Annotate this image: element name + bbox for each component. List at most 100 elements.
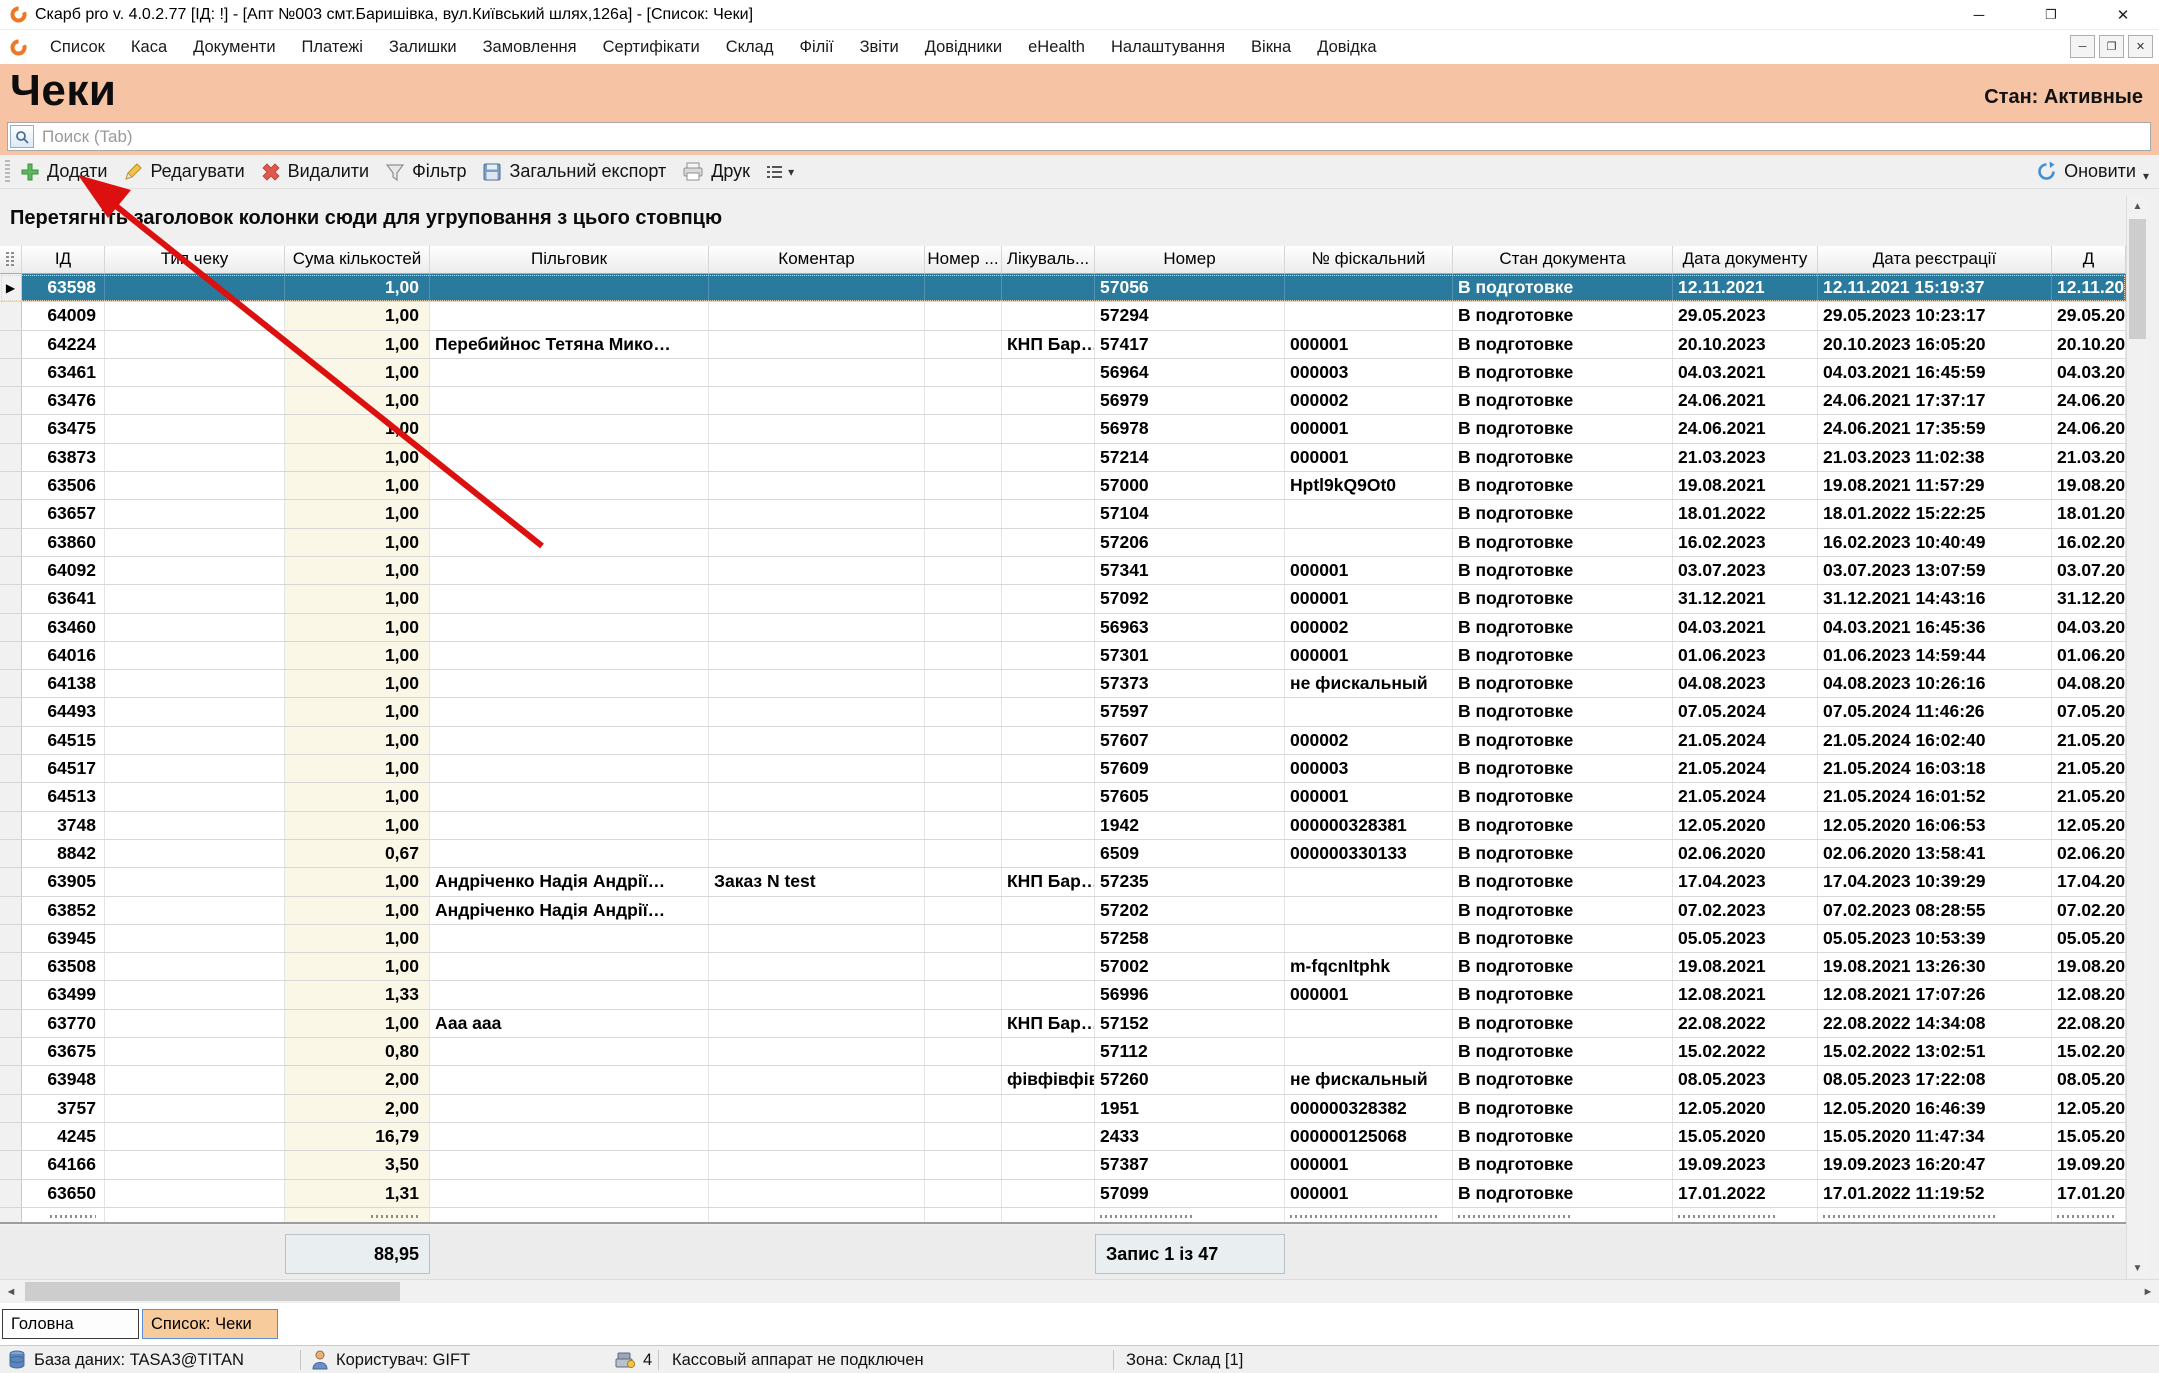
column-header-type[interactable]: Тип чеку <box>105 246 285 274</box>
column-header-d2[interactable]: Дата реєстрації <box>1818 246 2052 274</box>
column-header-id[interactable]: ІД <box>22 246 105 274</box>
menu-item-13[interactable]: Налаштування <box>1098 31 1238 64</box>
cell-stan: В подготовке <box>1453 1010 1673 1037</box>
edit-button[interactable]: Редагувати <box>123 161 244 182</box>
column-header-stan[interactable]: Стан документа <box>1453 246 1673 274</box>
mdi-close-button[interactable] <box>2128 35 2153 58</box>
hscroll-thumb[interactable] <box>25 1282 400 1301</box>
column-header-fiscal[interactable]: № фіскальний <box>1285 246 1453 274</box>
menu-item-12[interactable]: eHealth <box>1015 31 1098 64</box>
table-row[interactable]: 634601,0056963000002В подготовке04.03.20… <box>0 614 2126 642</box>
cell-koment <box>709 812 925 839</box>
vertical-scrollbar[interactable]: ▲ ▼ <box>2126 196 2148 1279</box>
column-header-likuval[interactable]: Лікуваль... <box>1002 246 1095 274</box>
table-row[interactable]: 636750,8057112В подготовке15.02.202215.0… <box>0 1038 2126 1066</box>
table-row[interactable]: 645131,0057605000001В подготовке21.05.20… <box>0 783 2126 811</box>
cell-stan: В подготовке <box>1453 755 1673 782</box>
search-icon[interactable] <box>10 125 34 148</box>
menu-item-11[interactable]: Довідники <box>912 31 1015 64</box>
menu-item-10[interactable]: Звіти <box>847 31 912 64</box>
mdi-restore-button[interactable] <box>2099 35 2124 58</box>
scroll-right-icon[interactable]: ► <box>2137 1280 2159 1303</box>
cell-koment <box>709 670 925 697</box>
menu-item-14[interactable]: Вікна <box>1238 31 1304 64</box>
toolbar-grip[interactable] <box>5 160 10 184</box>
cell-sum: 3,50 <box>285 1151 430 1178</box>
menu-item-6[interactable]: Замовлення <box>470 31 590 64</box>
column-header-nomer[interactable]: Номер <box>1095 246 1285 274</box>
menu-item-2[interactable]: Каса <box>118 31 180 64</box>
table-row[interactable]: 638601,0057206В подготовке16.02.202316.0… <box>0 529 2126 557</box>
table-row[interactable]: 645151,0057607000002В подготовке21.05.20… <box>0 727 2126 755</box>
cell-likuval <box>1002 387 1095 414</box>
table-row[interactable]: 636571,0057104В подготовке18.01.202218.0… <box>0 500 2126 528</box>
scroll-down-icon[interactable]: ▼ <box>2127 1258 2148 1279</box>
column-header-sum[interactable]: Сума кількостей <box>285 246 430 274</box>
table-row[interactable]: 88420,676509000000330133В подготовке02.0… <box>0 840 2126 868</box>
horizontal-scrollbar[interactable]: ◄ ► <box>0 1279 2159 1303</box>
refresh-caret-icon[interactable]: ▾ <box>2143 169 2149 183</box>
table-row[interactable]: 37481,001942000000328381В подготовке12.0… <box>0 812 2126 840</box>
table-row[interactable]: 638521,00Андріченко Надія Андрії…57202В … <box>0 897 2126 925</box>
menu-item-1[interactable]: Список <box>37 31 118 64</box>
table-row[interactable]: 645171,0057609000003В подготовке21.05.20… <box>0 755 2126 783</box>
table-row[interactable]: 636501,3157099000001В подготовке17.01.20… <box>0 1180 2126 1208</box>
cell-sum: 1,00 <box>285 585 430 612</box>
table-row[interactable]: 424516,792433000000125068В подготовке15.… <box>0 1123 2126 1151</box>
column-header-d1[interactable]: Дата документу <box>1673 246 1818 274</box>
table-row[interactable]: 636411,0057092000001В подготовке31.12.20… <box>0 585 2126 613</box>
table-row[interactable]: 639051,00Андріченко Надія Андрії…Заказ N… <box>0 868 2126 896</box>
mdi-minimize-button[interactable] <box>2070 35 2095 58</box>
menu-item-8[interactable]: Склад <box>713 31 787 64</box>
tab-home[interactable]: Головна <box>2 1309 139 1339</box>
table-row[interactable]: 637701,00Ааа аааКНП Бар…57152В подготовк… <box>0 1010 2126 1038</box>
menu-item-3[interactable]: Документи <box>180 31 288 64</box>
table-row[interactable]: 638731,0057214000001В подготовке21.03.20… <box>0 444 2126 472</box>
column-list-button[interactable] <box>766 163 794 181</box>
table-row[interactable]: 640161,0057301000001В подготовке01.06.20… <box>0 642 2126 670</box>
menu-item-15[interactable]: Довідка <box>1304 31 1389 64</box>
tab-list-cheki[interactable]: Список: Чеки <box>142 1309 278 1339</box>
table-row[interactable]: 634991,3356996000001В подготовке12.08.20… <box>0 981 2126 1009</box>
column-header-d3[interactable]: Д <box>2052 246 2126 274</box>
vscroll-thumb[interactable] <box>2129 219 2146 339</box>
table-row[interactable]: 640921,0057341000001В подготовке03.07.20… <box>0 557 2126 585</box>
table-row[interactable]: 634751,0056978000001В подготовке24.06.20… <box>0 415 2126 443</box>
refresh-button[interactable]: Оновити ▾ <box>2036 159 2149 183</box>
table-row[interactable]: 641381,0057373не фискальныйВ подготовке0… <box>0 670 2126 698</box>
column-header-pilg[interactable]: Пільговик <box>430 246 709 274</box>
menu-item-5[interactable]: Залишки <box>376 31 470 64</box>
table-row[interactable]: 641663,5057387000001В подготовке19.09.20… <box>0 1151 2126 1179</box>
table-row[interactable]: 37572,001951000000328382В подготовке12.0… <box>0 1095 2126 1123</box>
print-button[interactable]: Друк <box>682 161 750 182</box>
close-button[interactable] <box>2087 0 2159 30</box>
menu-item-7[interactable]: Сертифікати <box>590 31 713 64</box>
menu-item-4[interactable]: Платежі <box>289 31 376 64</box>
table-row[interactable]: 644931,0057597В подготовке07.05.202407.0… <box>0 698 2126 726</box>
menu-item-9[interactable]: Філії <box>786 31 846 64</box>
scroll-left-icon[interactable]: ◄ <box>0 1280 22 1303</box>
minimize-button[interactable] <box>1943 0 2015 30</box>
filter-button[interactable]: Фільтр <box>385 161 466 182</box>
table-row[interactable]: 634611,0056964000003В подготовке04.03.20… <box>0 359 2126 387</box>
add-button[interactable]: Додати <box>20 161 107 182</box>
table-row[interactable]: 642241,00Перебийнос Тетяна Мико…КНП Бар…… <box>0 331 2126 359</box>
table-row[interactable]: 635061,0057000Hptl9kQ9Ot0В подготовке19.… <box>0 472 2126 500</box>
cell-d1: 05.05.2023 <box>1673 925 1818 952</box>
table-row[interactable]: 639451,0057258В подготовке05.05.202305.0… <box>0 925 2126 953</box>
table-row[interactable]: ▶635981,0057056В подготовке12.11.202112.… <box>0 274 2126 302</box>
cell-koment <box>709 953 925 980</box>
user-icon <box>312 1350 328 1370</box>
search-input[interactable] <box>34 124 2150 149</box>
delete-button[interactable]: Видалити <box>261 161 369 182</box>
table-row[interactable]: 635081,0057002m-fqcnItphkВ подготовке19.… <box>0 953 2126 981</box>
table-row[interactable]: 640091,0057294В подготовке29.05.202329.0… <box>0 302 2126 330</box>
export-button[interactable]: Загальний експорт <box>482 161 666 182</box>
scroll-up-icon[interactable]: ▲ <box>2127 196 2148 217</box>
cell-nomer2 <box>925 783 1002 810</box>
restore-button[interactable] <box>2015 0 2087 30</box>
table-row[interactable]: 639482,00фівфівфів57260не фискальныйВ по… <box>0 1066 2126 1094</box>
column-header-nomer2[interactable]: Номер ... <box>925 246 1002 274</box>
column-header-koment[interactable]: Коментар <box>709 246 925 274</box>
table-row[interactable]: 634761,0056979000002В подготовке24.06.20… <box>0 387 2126 415</box>
